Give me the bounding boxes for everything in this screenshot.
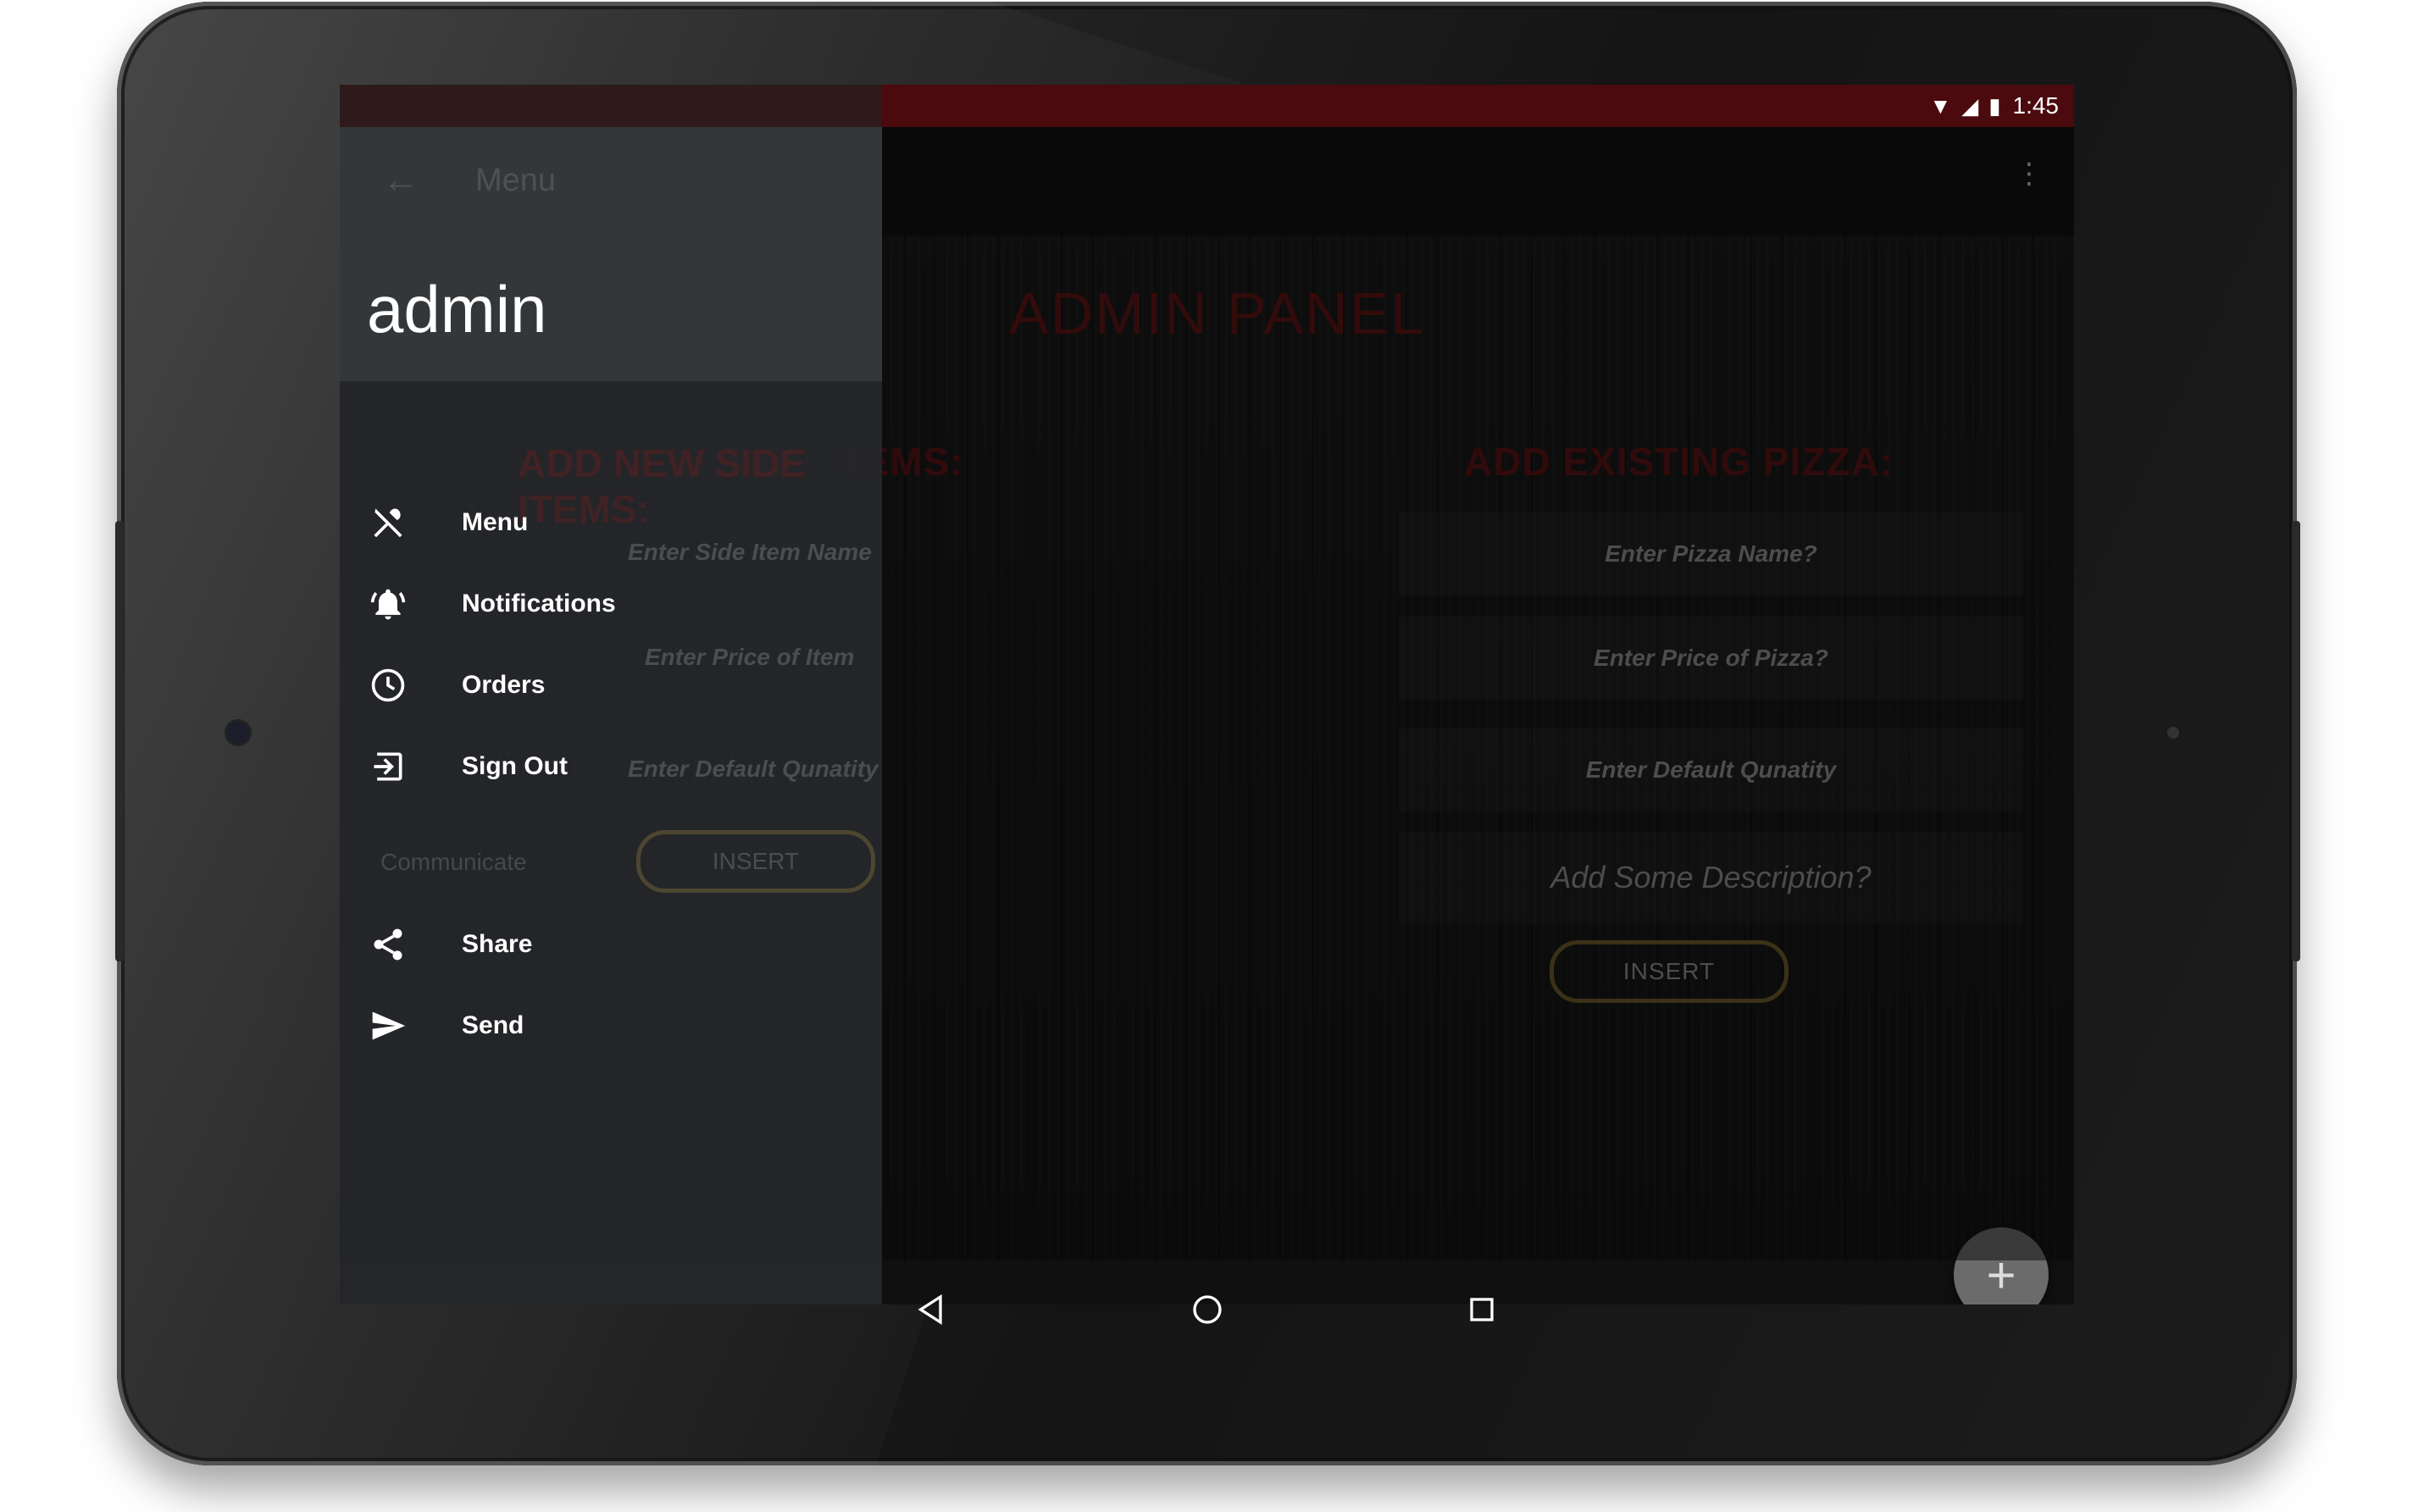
back-arrow-icon[interactable]: ← [382,159,419,202]
drawer-item-label: Menu [462,508,529,536]
nav-recents-button[interactable] [1456,1284,1507,1335]
drawer-toolbar-title: Menu [475,163,557,198]
drawer-section-label: Communicate [380,849,527,875]
drawer-item-send[interactable]: Send [340,988,882,1064]
drawer-item-label: Share [462,930,533,958]
drawer-item-sign-out[interactable]: Sign Out [340,728,882,805]
device-screen: ▼ ◢ ▮ 1:45 ⋮ ADMIN PANEL ADD NEW SIDE IT… [340,85,2074,1304]
drawer-item-notifications[interactable]: Notifications [340,566,882,642]
sign-out-icon [367,745,409,788]
drawer-item-label: Send [462,1011,524,1039]
drawer-item-share[interactable]: Share [340,906,882,983]
drawer-item-menu[interactable]: Menu [340,485,882,561]
drawer-header: ← Menu admin [340,127,882,381]
drawer-item-orders[interactable]: Orders [340,647,882,723]
drawer-status-strip [340,85,882,127]
power-button [115,521,124,961]
front-camera [227,722,249,744]
send-icon [367,1005,409,1047]
light-sensor [2167,727,2179,739]
nav-back-button[interactable] [907,1284,957,1335]
alarm-bell-icon [367,583,409,625]
fork-knife-icon [367,501,409,544]
wifi-icon: ▼ [1929,92,1952,119]
side-item-insert-button: INSERT [636,830,875,893]
drawer-item-label: Notifications [462,590,616,618]
clock-icon [367,664,409,706]
battery-icon: ▮ [1988,92,2001,119]
volume-button [2292,521,2300,961]
drawer-item-label: Sign Out [462,752,568,780]
navigation-drawer: ← Menu admin ADD NEW SIDE ITEMS: Enter S… [340,85,882,1304]
back-triangle-icon [918,1293,942,1326]
recents-square-icon [1470,1298,1494,1321]
share-icon [367,923,409,966]
user-name: admin [367,272,547,346]
status-time: 1:45 [2012,92,2060,119]
nav-home-button[interactable] [1182,1284,1233,1335]
drawer-item-label: Orders [462,671,546,699]
home-circle-icon [1193,1295,1222,1324]
signal-icon: ◢ [1961,92,1979,119]
